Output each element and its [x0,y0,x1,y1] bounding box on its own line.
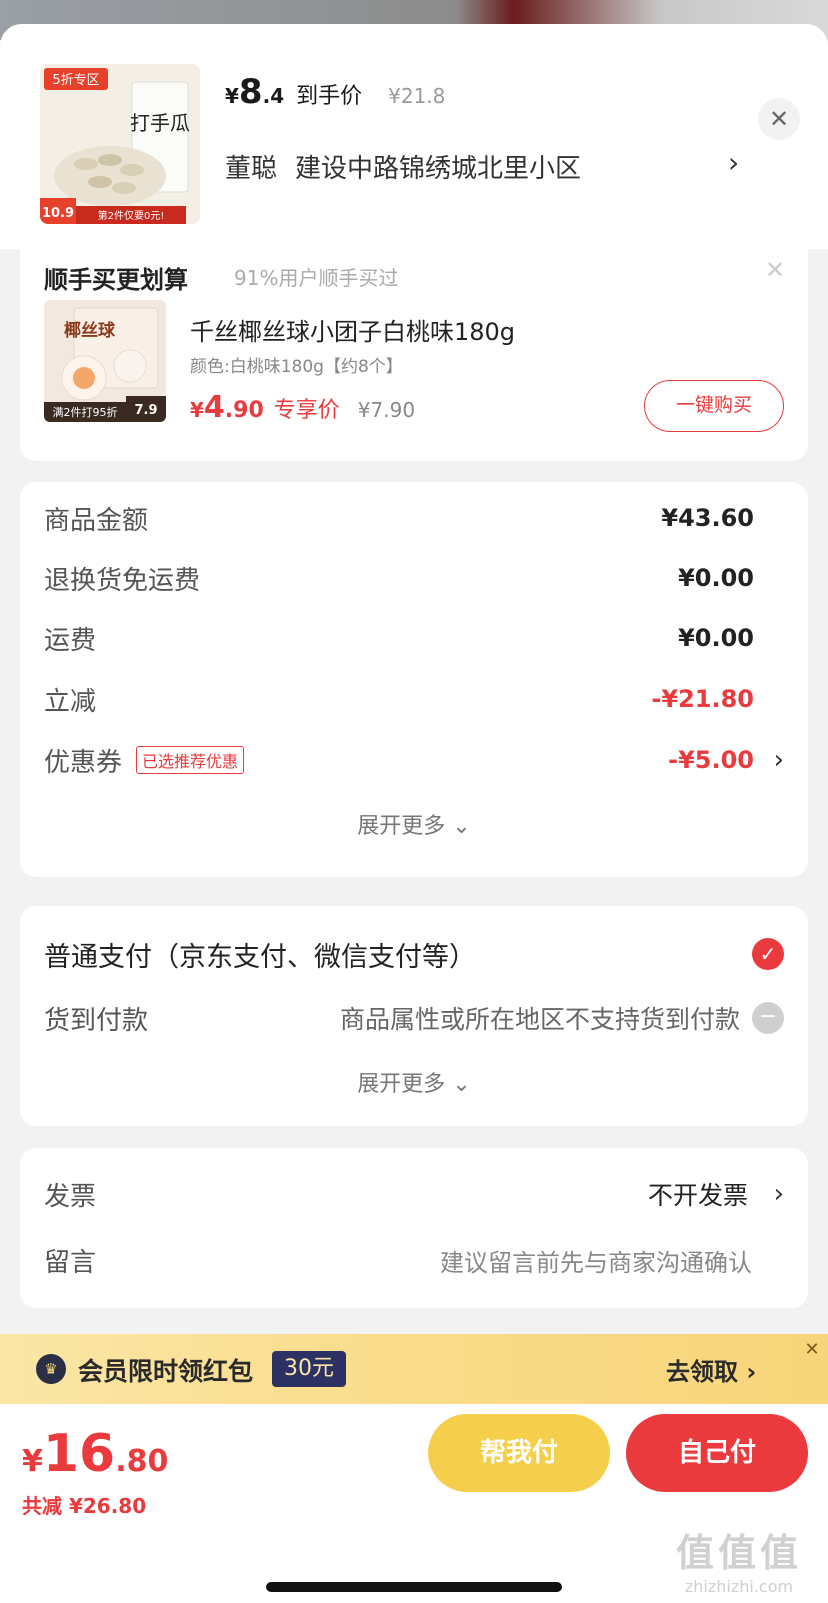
total-saved: 共减 ¥26.80 [22,1494,147,1518]
price-decimal: .4 [262,84,285,108]
promo-claim-label: 去领取 [666,1358,738,1386]
total-currency: ¥ [22,1444,43,1479]
price-decimal: .90 [224,398,264,423]
promo-badge: 30元 [272,1351,346,1387]
invoice-label: 发票 [44,1181,97,1212]
invoice-card: 发票 不开发票 › 留言 建议留言前先与商家沟通确认 [20,1148,808,1308]
one-click-buy-button[interactable]: 一键购买 [644,380,784,432]
address-text: 建设中路锦绣城北里小区 [295,154,582,184]
order-header: 5折专区 打手瓜 10.9 第2件仅要0元! ¥ 8 .4 到手价 ¥21.8 [0,24,828,249]
recommendation-subtitle: 91%用户顺手买过 [234,266,399,290]
final-price: ¥ 8 .4 到手价 ¥21.8 [225,72,445,112]
price-integer: 8 [238,72,263,112]
price-currency: ¥ [225,84,239,108]
amount-summary-card: 商品金额 ¥43.60 退换货免运费 ¥0.00 运费 ¥0.00 立减 -¥2… [20,482,808,877]
payment-option-cod: 货到付款 商品属性或所在地区不支持货到付款 − [44,998,784,1038]
amount-value: ¥43.60 [661,504,754,532]
amount-value: -¥5.00 [668,746,754,774]
price-integer: 4 [203,390,225,425]
amount-row-goods: 商品金额 ¥43.60 [44,498,784,538]
thumb-note: 第2件仅要0元! [98,209,165,222]
amount-label: 商品金额 [44,505,149,536]
amount-row-return-shipping: 退换货免运费 ¥0.00 [44,558,784,598]
coupon-tag: 已选推荐优惠 [136,746,245,774]
expand-label: 展开更多 [357,814,446,839]
original-price: ¥7.90 [357,398,416,422]
invoice-row[interactable]: 发票 不开发票 › [44,1174,784,1214]
disabled-icon: − [752,1002,784,1034]
recipient-name: 董聪 [225,154,278,184]
original-price: ¥21.8 [388,84,446,108]
amount-value: -¥21.80 [651,685,754,713]
payment-card: 普通支付（京东支付、微信支付等） ✓ 货到付款 商品属性或所在地区不支持货到付款… [20,906,808,1126]
recommended-product-variant: 颜色:白桃味180g【约8个】 [190,357,403,377]
payment-option-label: 货到付款 [44,1005,149,1036]
amount-row-discount: 立减 -¥21.80 [44,679,784,719]
price-currency: ¥ [190,398,204,422]
close-icon[interactable]: ✕ [758,98,800,140]
expand-label: 展开更多 [357,1072,446,1097]
close-icon[interactable]: ✕ [765,256,785,284]
watermark-url: zhizhizhi.com [684,1577,794,1596]
price-label: 到手价 [296,84,363,109]
watermark: 值值值 zhizhizhi.com [676,1522,802,1596]
promo-text: 会员限时领红包 [78,1357,254,1386]
chevron-right-icon[interactable]: › [774,1179,784,1209]
checkout-bar: ¥ 16 .80 共减 ¥26.80 帮我付 自己付 值值值 zhizhizhi… [0,1404,828,1603]
message-input[interactable]: 建议留言前先与商家沟通确认 [440,1243,752,1278]
invoice-value: 不开发票 [647,1181,748,1210]
total-decimal: .80 [115,1444,169,1479]
amount-label: 退换货免运费 [44,565,201,596]
payment-option-label: 普通支付（京东支付、微信支付等） [44,941,476,973]
thumb-badge: 5折专区 [52,73,99,88]
chevron-right-icon[interactable]: › [774,745,784,775]
expand-more-button[interactable]: 展开更多 ⌄ [20,1066,808,1098]
amount-row-coupon[interactable]: 优惠券 已选推荐优惠 -¥5.00 › [44,740,784,780]
member-promo-bar[interactable]: ♛ 会员限时领红包 30元 去领取 › ✕ [0,1334,828,1404]
expand-more-button[interactable]: 展开更多 ⌄ [20,808,808,840]
shipping-address[interactable]: 董聪 建设中路锦绣城北里小区 [225,148,581,185]
promo-claim-button[interactable]: 去领取 › [666,1352,756,1387]
order-sheet: 5折专区 打手瓜 10.9 第2件仅要0元! ¥ 8 .4 到手价 ¥21.8 [0,24,828,1603]
check-icon[interactable]: ✓ [752,938,784,970]
total-price: ¥ 16 .80 [22,1424,168,1484]
recommended-thumb-promo: 满2件打95折 [53,405,118,419]
amount-label: 运费 [44,625,97,656]
amount-value: ¥0.00 [678,624,754,652]
help-me-pay-button[interactable]: 帮我付 [428,1414,610,1492]
recommended-product-name[interactable]: 千丝椰丝球小团子白桃味180g [190,312,515,347]
amount-row-shipping: 运费 ¥0.00 [44,618,784,658]
crown-icon: ♛ [36,1354,66,1384]
amount-value: ¥0.00 [678,564,754,592]
thumb-title: 打手瓜 [130,111,190,135]
amount-label: 立减 [44,686,97,717]
chevron-down-icon: ⌄ [452,814,471,839]
close-icon[interactable]: ✕ [800,1338,824,1362]
chevron-right-icon[interactable]: › [728,146,739,179]
recommended-product-thumbnail[interactable]: 椰丝球 满2件打95折 7.9 [44,300,166,422]
price-label: 专享价 [273,398,340,423]
watermark-logo: 值值值 [676,1531,803,1575]
message-row[interactable]: 留言 建议留言前先与商家沟通确认 [44,1240,784,1280]
amount-label: 优惠券 [44,747,123,778]
home-indicator[interactable] [266,1582,562,1592]
total-integer: 16 [42,1424,116,1484]
recommended-thumb-price: 7.9 [134,403,157,418]
payment-option-note: 商品属性或所在地区不支持货到付款 [339,1005,740,1034]
message-label: 留言 [44,1247,97,1278]
recommended-product-price: ¥ 4 .90 专享价 ¥7.90 [190,390,415,425]
payment-option-standard[interactable]: 普通支付（京东支付、微信支付等） ✓ [44,934,784,974]
thumb-price: 10.9 [42,206,74,221]
product-thumbnail[interactable]: 5折专区 打手瓜 10.9 第2件仅要0元! [40,64,200,224]
recommended-thumb-title: 椰丝球 [64,320,116,341]
chevron-down-icon: ⌄ [452,1072,471,1097]
recommendation-title: 顺手买更划算 [44,266,188,294]
pay-myself-button[interactable]: 自己付 [626,1414,808,1492]
